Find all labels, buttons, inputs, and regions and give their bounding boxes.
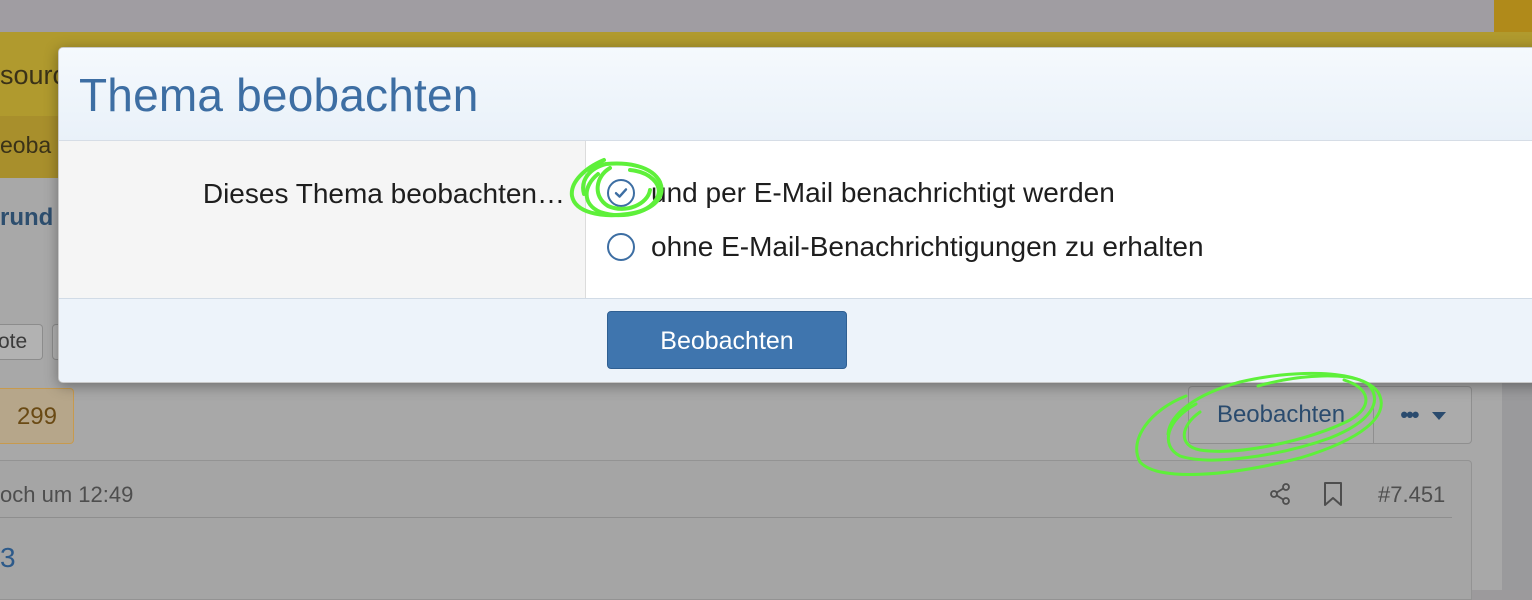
top-bar-edge xyxy=(1494,0,1532,32)
radio-email-notify[interactable] xyxy=(607,179,635,207)
bookmark-icon[interactable] xyxy=(1322,481,1344,507)
dialog-header: Thema beobachten xyxy=(59,48,1532,141)
caret-down-icon xyxy=(1431,412,1446,421)
watch-option-label: Dieses Thema beobachten… xyxy=(202,178,565,209)
dialog-body: Dieses Thema beobachten… und per E-Mail … xyxy=(59,141,1532,298)
dialog-title: Thema beobachten xyxy=(79,69,479,121)
form-label-column: Dieses Thema beobachten… xyxy=(59,141,586,298)
dialog-footer: Beobachten xyxy=(59,298,1532,382)
thread-title[interactable]: rund xyxy=(0,204,53,232)
radio-no-email[interactable] xyxy=(607,233,635,261)
option-email-notify[interactable]: und per E-Mail benachrichtigt werden xyxy=(607,177,1115,209)
watch-thread-button[interactable]: Beobachten xyxy=(1189,387,1374,443)
submit-watch-button[interactable]: Beobachten xyxy=(607,311,847,369)
option-no-email[interactable]: ohne E-Mail-Benachrichtigungen zu erhalt… xyxy=(607,231,1204,263)
check-icon xyxy=(614,188,628,198)
option-email-notify-label[interactable]: und per E-Mail benachrichtigt werden xyxy=(651,177,1115,209)
quote-button[interactable]: ote xyxy=(0,324,43,360)
share-icon[interactable] xyxy=(1268,482,1292,506)
post-divider xyxy=(0,517,1452,518)
top-browser-bar xyxy=(0,0,1494,32)
thread-action-group: Beobachten ••• xyxy=(1188,386,1472,444)
post-content: 3 xyxy=(0,542,16,573)
post-number-link[interactable]: #7.451 xyxy=(1378,482,1445,508)
reaction-counter[interactable]: 299 xyxy=(0,388,74,444)
post-date[interactable]: och um 12:49 xyxy=(0,482,133,508)
nav-tab-resources[interactable]: sourc xyxy=(0,60,66,91)
subnav-item-watched[interactable]: eoba xyxy=(0,132,51,159)
watch-thread-dialog: Thema beobachten Dieses Thema beobachten… xyxy=(58,47,1532,383)
more-options-button[interactable]: ••• xyxy=(1375,387,1471,443)
more-dots-icon: ••• xyxy=(1400,402,1419,427)
option-no-email-label[interactable]: ohne E-Mail-Benachrichtigungen zu erhalt… xyxy=(651,231,1204,263)
post-container xyxy=(0,460,1472,600)
